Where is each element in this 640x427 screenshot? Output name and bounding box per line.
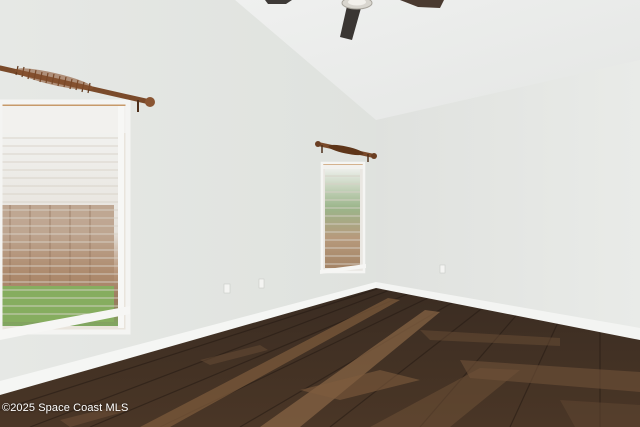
room-photo: ©2025 Space Coast MLS [0, 0, 640, 427]
room-illustration [0, 0, 640, 427]
right-window [320, 161, 366, 274]
photo-watermark: ©2025 Space Coast MLS [2, 402, 129, 414]
left-window [0, 99, 131, 340]
wall-outlet [223, 283, 231, 294]
wall-outlet [439, 264, 446, 274]
wall-outlet [258, 278, 265, 289]
